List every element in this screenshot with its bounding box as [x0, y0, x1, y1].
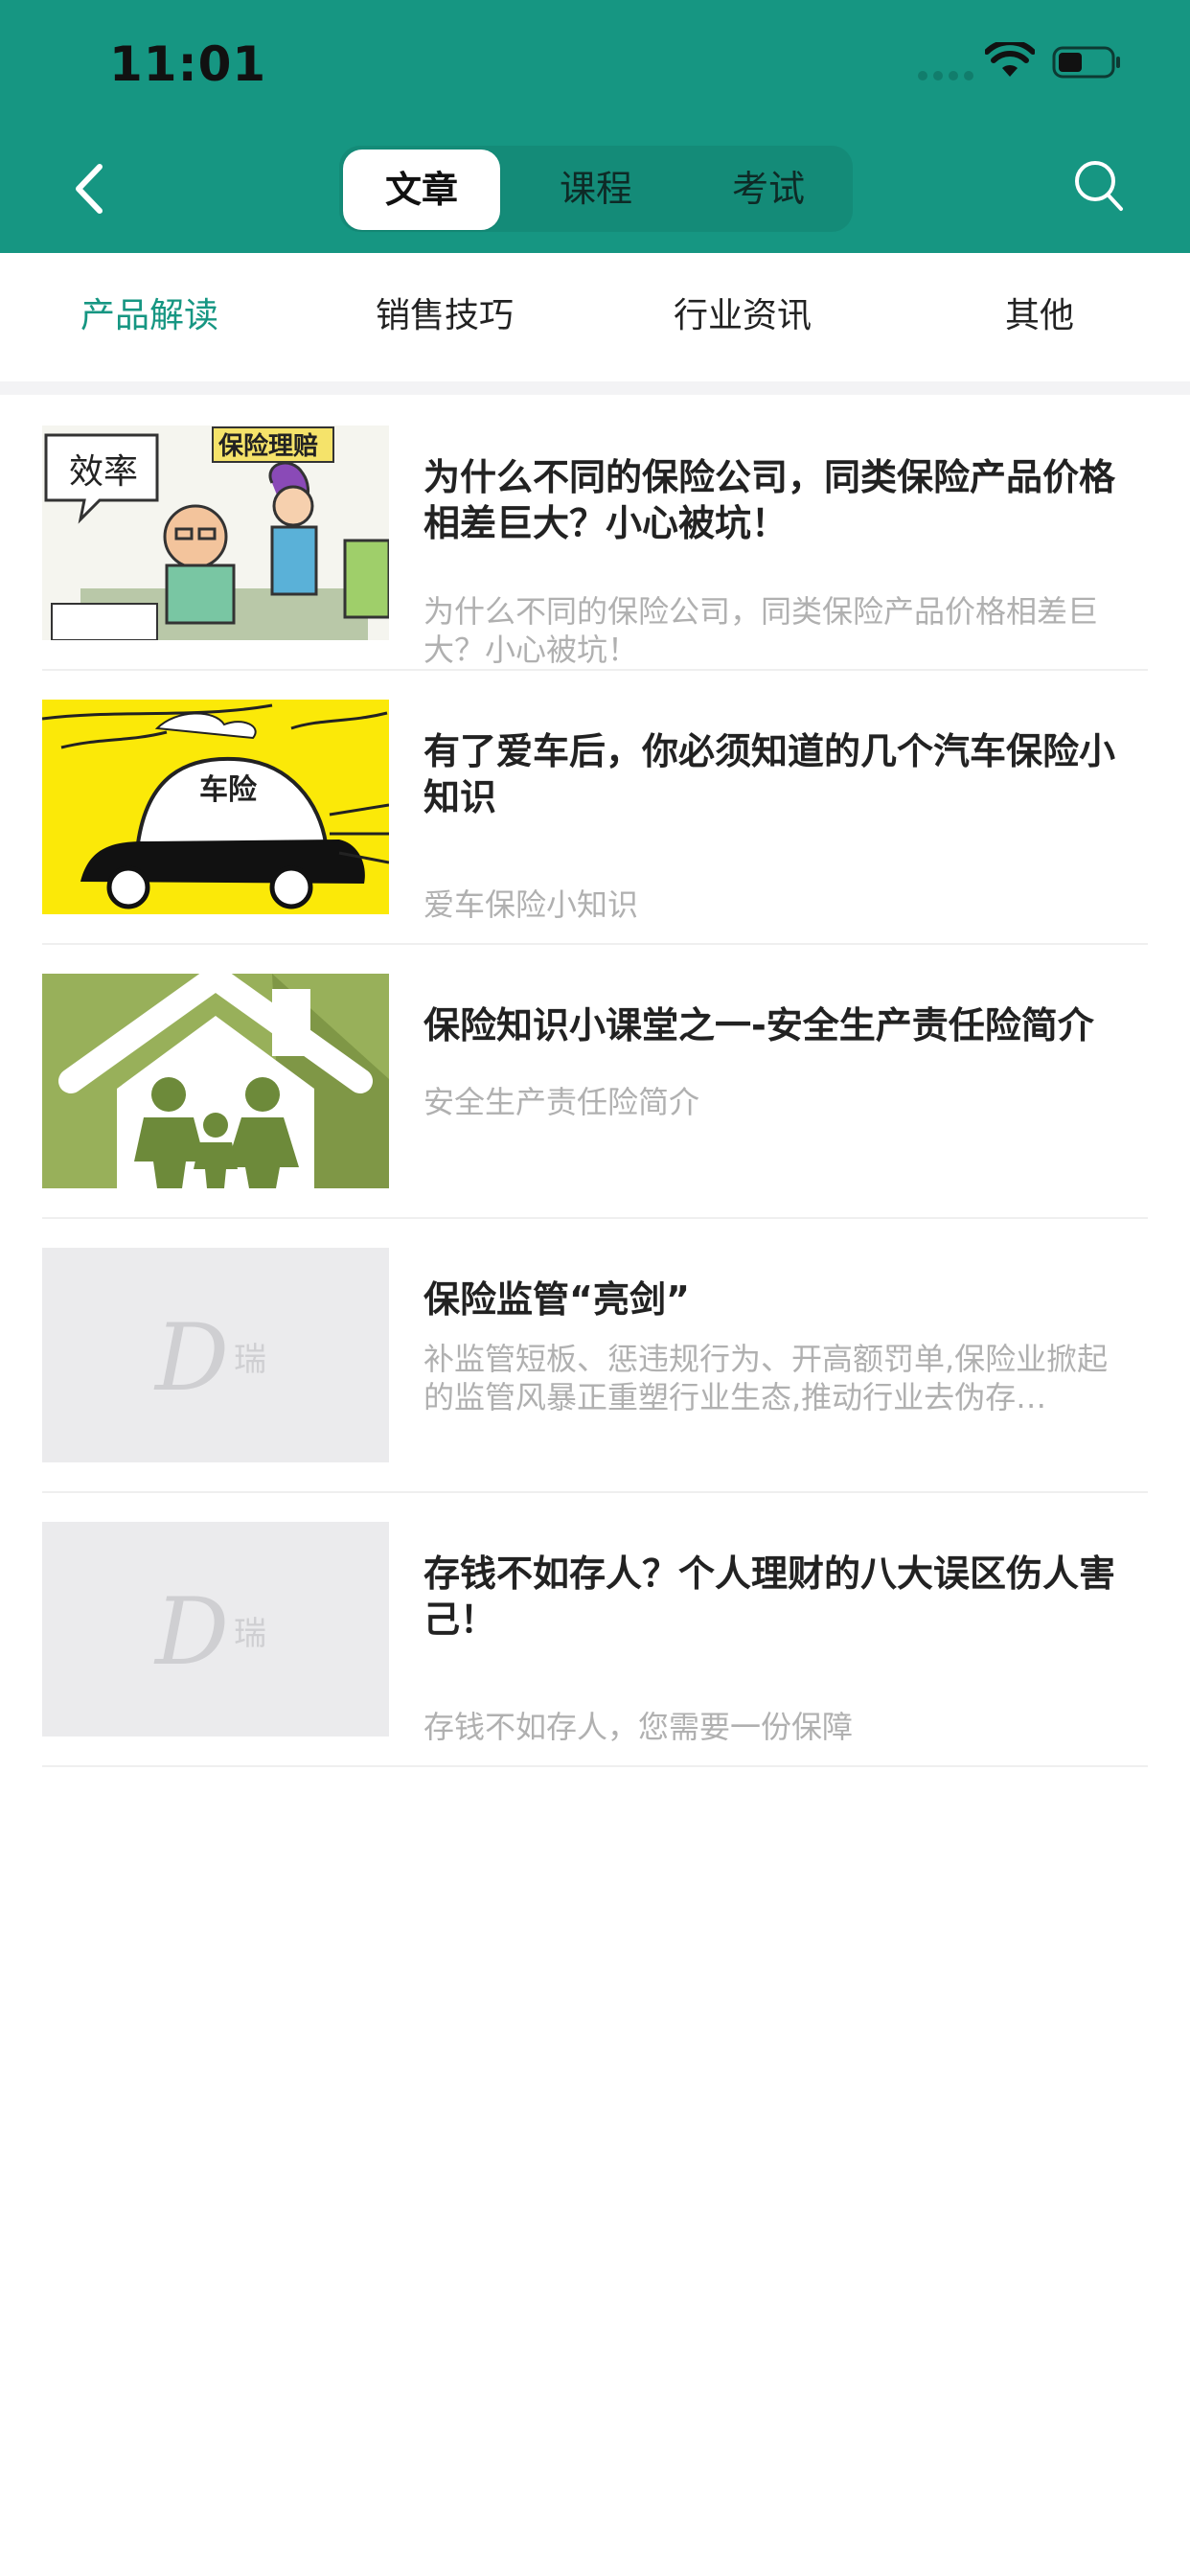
- tab-exams[interactable]: 考试: [690, 146, 847, 232]
- subtab-sales-skills[interactable]: 销售技巧: [337, 253, 552, 380]
- subtab-other[interactable]: 其他: [968, 253, 1111, 380]
- section-divider: [0, 381, 1190, 395]
- article-thumbnail: [42, 974, 389, 1188]
- article-title: 保险监管“亮剑”: [423, 1278, 690, 1321]
- article-summary: 为什么不同的保险公司，同类保险产品价格相差巨大？小心被坑！: [423, 593, 1099, 668]
- battery-icon: [1052, 46, 1120, 79]
- search-icon[interactable]: [1071, 157, 1125, 215]
- svg-text:D: D: [153, 1304, 229, 1412]
- screen: 11:01 文章 课程 考试 产品解读 销售技巧 行业资讯 其他 效率 保险理赔…: [0, 0, 1190, 2576]
- article-summary: 补监管短板、惩违规行为、开高额罚单,保险业掀起的监管风暴正重塑行业生态,推动行业…: [423, 1341, 1109, 1415]
- article-summary: 存钱不如存人，您需要一份保障: [423, 1709, 854, 1745]
- subtab-industry-news[interactable]: 行业资讯: [635, 253, 850, 380]
- subtab-product-interpretation[interactable]: 产品解读: [42, 253, 257, 380]
- svg-text:瑞: 瑞: [234, 1341, 266, 1379]
- svg-text:瑞: 瑞: [234, 1615, 266, 1653]
- article-thumbnail: 车险: [42, 700, 389, 914]
- svg-text:保险理赔: 保险理赔: [217, 431, 318, 461]
- status-time: 11:01: [109, 36, 267, 92]
- content-type-segmented-control: 文章 课程 考试: [339, 146, 853, 232]
- cellular-signal-icon: [918, 71, 973, 80]
- article-title: 有了爱车后，你必须知道的几个汽车保险小知识: [423, 730, 1116, 818]
- article-thumbnail-placeholder: D 瑞: [42, 1522, 389, 1736]
- svg-text:车险: 车险: [199, 773, 258, 807]
- article-title: 为什么不同的保险公司，同类保险产品价格相差巨大？小心被坑！: [423, 456, 1116, 544]
- article-item[interactable]: D 瑞 保险监管“亮剑” 补监管短板、惩违规行为、开高额罚单,保险业掀起的监管风…: [42, 1217, 1148, 1493]
- article-item[interactable]: 保险知识小课堂之一-安全生产责任险简介 安全生产责任险简介: [42, 943, 1148, 1219]
- article-summary: 安全生产责任险简介: [423, 1084, 700, 1120]
- article-thumbnail: 效率 保险理赔: [42, 426, 389, 640]
- article-item[interactable]: D 瑞 存钱不如存人？个人理财的八大误区伤人害己！ 存钱不如存人，您需要一份保障: [42, 1491, 1148, 1767]
- tab-courses[interactable]: 课程: [517, 146, 675, 232]
- article-item[interactable]: 效率 保险理赔 为什么不同的保险公司，同类保险产品价格相差巨大？小心被坑！ 为什…: [42, 395, 1148, 671]
- back-chevron-icon[interactable]: [67, 155, 115, 222]
- article-title: 存钱不如存人？个人理财的八大误区伤人害己！: [423, 1552, 1116, 1641]
- app-header: 11:01 文章 课程 考试: [0, 0, 1190, 253]
- article-item[interactable]: 车险 有了爱车后，你必须知道的几个汽车保险小知识 爱车保险小知识: [42, 669, 1148, 945]
- svg-text:效率: 效率: [69, 452, 138, 492]
- article-thumbnail-placeholder: D 瑞: [42, 1248, 389, 1462]
- article-title: 保险知识小课堂之一-安全生产责任险简介: [423, 1004, 1094, 1046]
- svg-text:D: D: [153, 1578, 229, 1686]
- category-tabs: 产品解读 销售技巧 行业资讯 其他: [0, 253, 1190, 380]
- article-summary: 爱车保险小知识: [423, 886, 639, 923]
- tab-articles[interactable]: 文章: [343, 150, 500, 230]
- wifi-icon: [985, 42, 1035, 77]
